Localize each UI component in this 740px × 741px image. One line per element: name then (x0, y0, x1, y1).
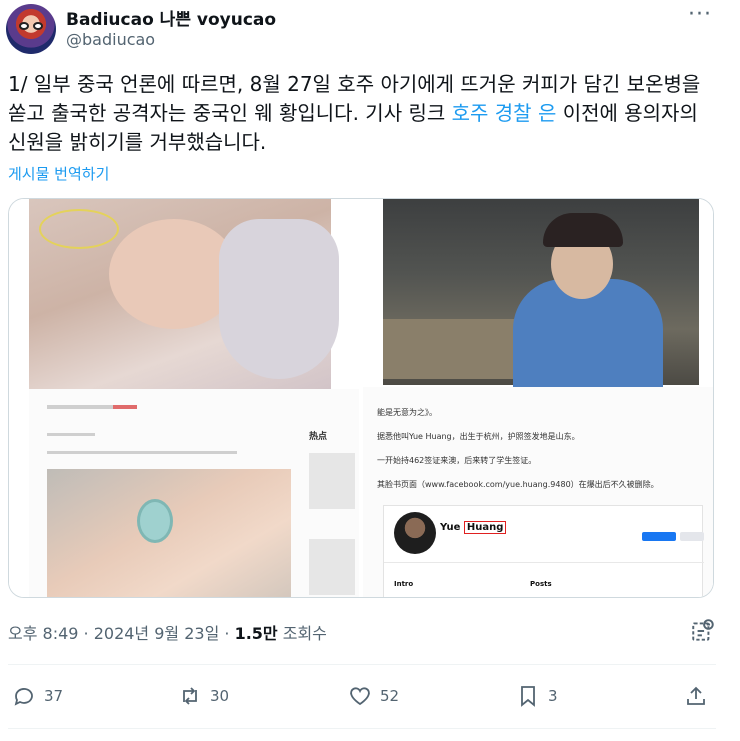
fb-add-friend-button (642, 532, 676, 541)
fb-posts-label: Posts (530, 580, 552, 588)
bookmark-icon (521, 686, 535, 707)
analytics-icon[interactable] (690, 618, 716, 644)
like-button[interactable]: 52 (348, 678, 399, 714)
reply-icon (14, 688, 33, 706)
hot-label: 热点 (309, 432, 328, 442)
article-line: 据悉他叫Yue Huang，出生于杭州，护照签发地是山东。 (377, 432, 580, 441)
views-label: 조회수 (277, 624, 327, 643)
user-handle[interactable]: @badiucao (66, 30, 155, 49)
pacifier (137, 499, 173, 543)
gloved-hand (219, 219, 339, 379)
like-count: 52 (380, 687, 400, 705)
tweet-text: 1/ 일부 중국 언론에 따르면, 8월 27일 호주 아기에게 뜨거운 커피가… (8, 70, 708, 157)
media-image-right[interactable]: 能是无意为之》。 据悉他叫Yue Huang，出生于杭州，护照签发地是山东。 一… (363, 199, 713, 597)
article-tag-bar (113, 405, 137, 409)
time-date[interactable]: 오후 8:49 · 2024년 9월 23일 · (8, 624, 235, 643)
man-cap (543, 213, 623, 247)
avatar-eye-left (19, 22, 29, 30)
reply-count: 37 (44, 687, 64, 705)
wire (39, 209, 119, 249)
baby-photo-top (29, 199, 339, 389)
fb-name-first: Yue (440, 522, 464, 533)
like-icon (350, 687, 370, 706)
article-screenshot-right: 能是无意为之》。 据悉他叫Yue Huang，出生于杭州，护照签发地是山东。 一… (363, 387, 713, 597)
media-grid: 热点 能是无意为之》。 据悉他叫Yue Huang，出生于杭州，护照签发地是山东… (8, 198, 714, 598)
avatar[interactable] (6, 4, 56, 54)
sidebar-thumb (309, 539, 355, 595)
baby-photo-bottom (47, 469, 291, 597)
repost-icon (183, 687, 197, 705)
fb-profile-name: Yue Huang (440, 521, 507, 534)
display-name[interactable]: Badiucao 나쁜 voyucao (66, 5, 276, 30)
share-icon (687, 686, 705, 705)
action-bar: 37 30 52 3 (0, 678, 740, 714)
sidebar-thumb (309, 453, 355, 509)
avatar-eye-right (33, 22, 43, 30)
facebook-profile-card: Yue Huang Intro Posts (383, 505, 704, 597)
text-line (47, 451, 237, 454)
translate-post-link[interactable]: 게시물 번역하기 (8, 163, 109, 184)
fb-name-highlight: Huang (463, 521, 507, 534)
fb-intro-label: Intro (394, 580, 414, 588)
divider (8, 664, 716, 665)
divider (8, 728, 716, 729)
repost-button[interactable]: 30 (178, 678, 229, 714)
bookmark-count: 3 (548, 687, 558, 705)
repost-count: 30 (210, 687, 230, 705)
article-link[interactable]: 호주 경찰 은 (452, 101, 557, 125)
bookmark-button[interactable]: 3 (516, 678, 558, 714)
views-count: 1.5만 (234, 624, 278, 643)
media-image-left[interactable]: 热点 (9, 199, 361, 597)
reply-button[interactable]: 37 (12, 678, 63, 714)
article-line: 能是无意为之》。 (377, 408, 437, 417)
tweet-timestamp: 오후 8:49 · 2024년 9월 23일 · 1.5만 조회수 (8, 620, 327, 644)
fb-avatar (394, 512, 436, 554)
fb-message-button (680, 532, 704, 541)
fb-tabs (384, 562, 704, 572)
cctv-photo (383, 199, 699, 389)
text-line (47, 433, 95, 436)
more-icon[interactable]: ··· (688, 2, 712, 27)
article-line: 其脸书页面（www.facebook.com/yue.huang.9480）在爆… (377, 480, 659, 489)
counter-ledge (383, 319, 523, 379)
share-button[interactable] (684, 678, 708, 714)
article-line: 一开始持462签证来澳，后来转了学生签证。 (377, 456, 537, 465)
